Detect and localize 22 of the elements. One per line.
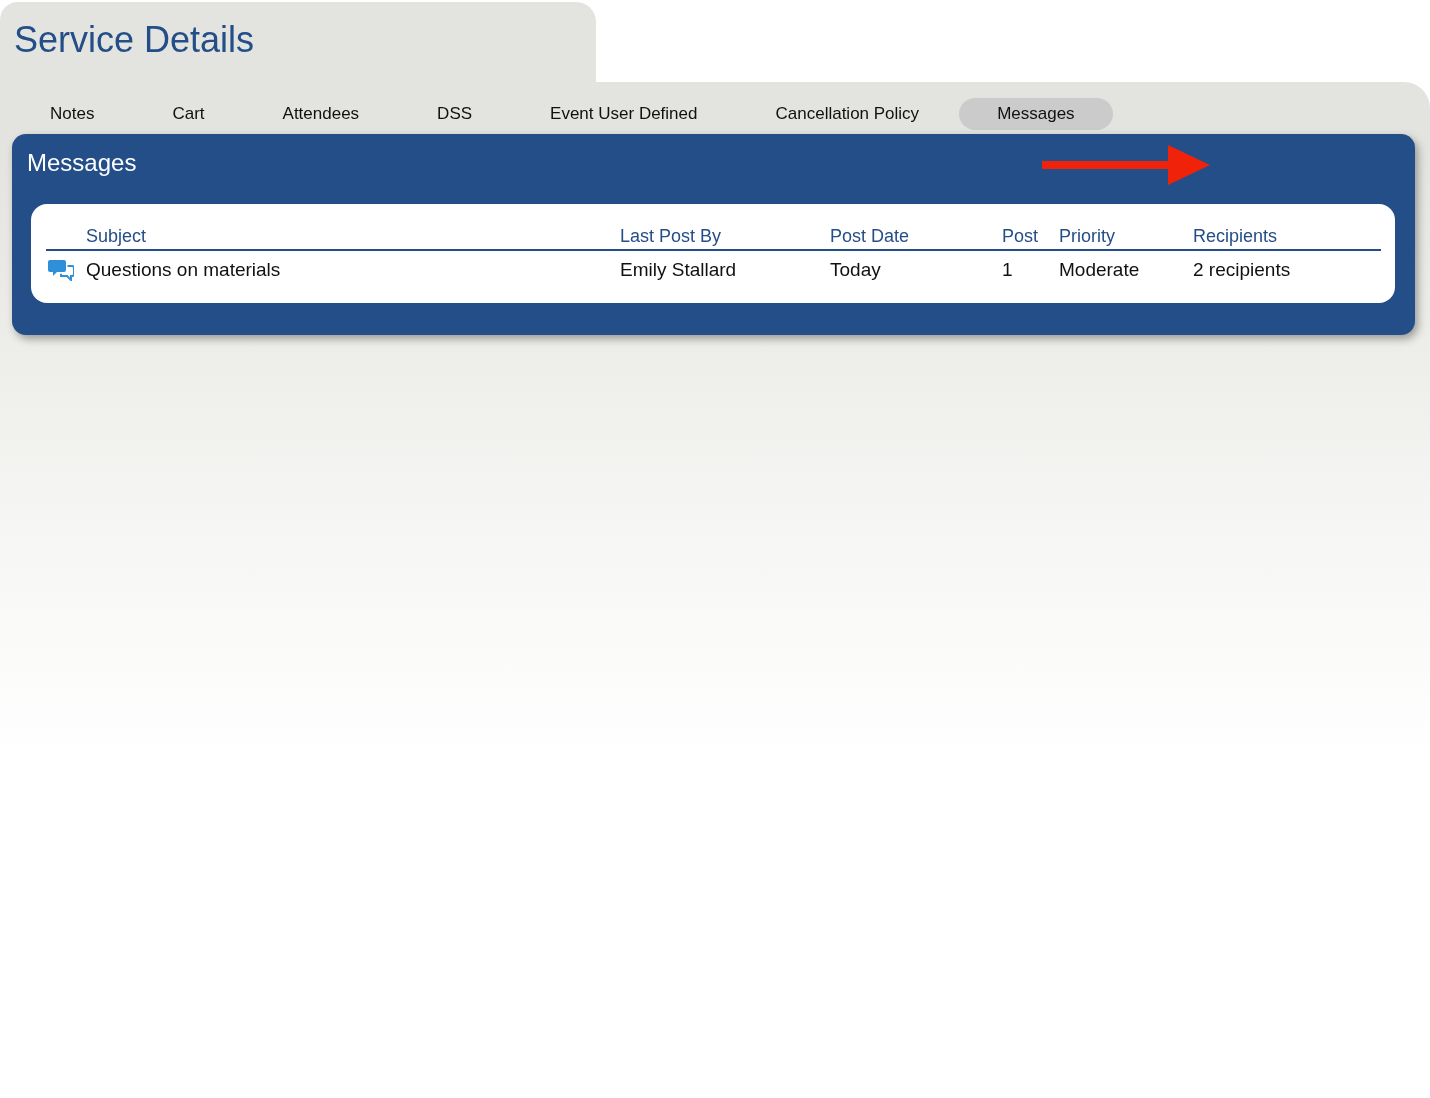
- table-cell: 2 recipients: [1193, 259, 1291, 281]
- page-title: Service Details: [14, 18, 255, 62]
- table-cell: Questions on materials: [86, 259, 281, 281]
- column-header: Post Date: [830, 226, 910, 247]
- chat-bubbles-icon: [48, 259, 74, 281]
- tab[interactable]: Attendees: [244, 98, 398, 130]
- tab[interactable]: Cart: [134, 98, 243, 130]
- tab[interactable]: Cancellation Policy: [737, 98, 958, 130]
- table-cell: Emily Stallard: [620, 259, 737, 281]
- table-cell: 1: [1002, 259, 1013, 281]
- column-header: Post: [1002, 226, 1039, 247]
- tab[interactable]: Event User Defined: [512, 98, 736, 130]
- column-header: Last Post By: [620, 226, 722, 247]
- panel-title: Messages: [27, 148, 137, 178]
- tab[interactable]: Messages: [959, 98, 1113, 130]
- table-cell: Moderate: [1059, 259, 1140, 281]
- column-header: Priority: [1059, 226, 1115, 247]
- tab[interactable]: Notes: [12, 98, 133, 130]
- tab[interactable]: DSS: [399, 98, 511, 130]
- table-cell: Today: [830, 259, 881, 281]
- column-header: Subject: [86, 226, 147, 247]
- column-header: Recipients: [1193, 226, 1278, 247]
